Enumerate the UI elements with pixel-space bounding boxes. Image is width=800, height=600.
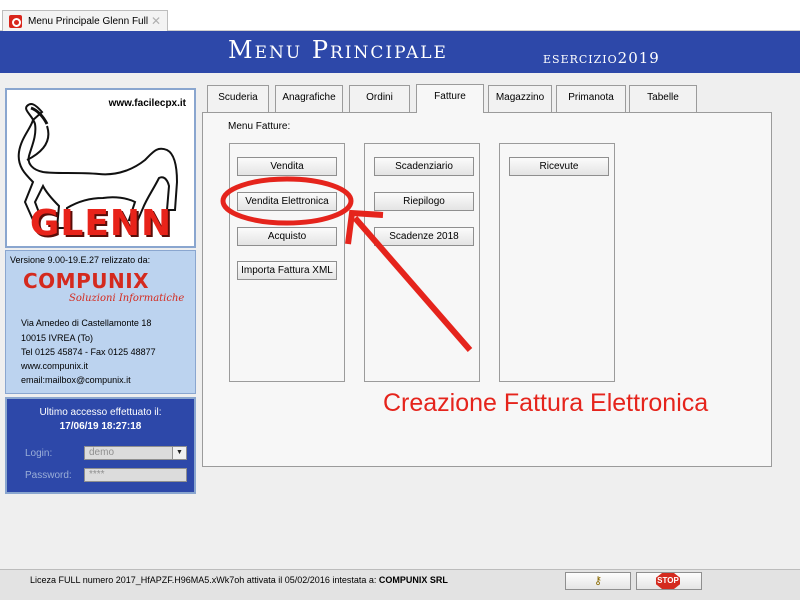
license-info: Liceza FULL numero 2017_HfAPZF.H96MA5.xW… bbox=[30, 575, 448, 585]
tab-primanota[interactable]: Primanota bbox=[556, 85, 626, 112]
last-access-date: 17/06/19 18:27:18 bbox=[59, 421, 142, 432]
city-line: 10015 IVREA (To) bbox=[21, 333, 94, 343]
tab-tabelle[interactable]: Tabelle bbox=[629, 85, 697, 112]
riepilogo-button[interactable]: Riepilogo bbox=[374, 192, 474, 211]
login-value: demo bbox=[89, 447, 115, 458]
logo-panel: www.facilecpx.it GLENN bbox=[5, 88, 196, 248]
close-icon[interactable]: ✕ bbox=[151, 14, 161, 28]
stop-button[interactable]: STOP bbox=[636, 572, 702, 590]
vendita-elettronica-button[interactable]: Vendita Elettronica bbox=[237, 192, 337, 211]
scadenziario-button[interactable]: Scadenziario bbox=[374, 157, 474, 176]
last-access-label: Ultimo accesso effettuato il: bbox=[39, 407, 162, 418]
status-bar: Liceza FULL numero 2017_HfAPZF.H96MA5.xW… bbox=[0, 569, 800, 600]
acquisto-button[interactable]: Acquisto bbox=[237, 227, 337, 246]
brand-wordmark: GLENN bbox=[29, 203, 173, 244]
key-button[interactable]: ⚷ bbox=[565, 572, 631, 590]
password-label: Password: bbox=[25, 470, 72, 481]
browser-tab-title: Menu Principale Glenn Full bbox=[28, 15, 149, 27]
tab-magazzino[interactable]: Magazzino bbox=[488, 85, 552, 112]
version-text: Versione 9.00-19.E.27 relizzato da: bbox=[10, 255, 151, 265]
button-group-receipts bbox=[499, 143, 615, 382]
key-icon: ⚷ bbox=[593, 575, 603, 587]
company-info-panel: Versione 9.00-19.E.27 relizzato da: COMP… bbox=[5, 250, 196, 394]
tab-scuderia[interactable]: Scuderia bbox=[207, 85, 269, 112]
stop-sign-icon: STOP bbox=[656, 573, 680, 589]
browser-tab[interactable]: Menu Principale Glenn Full ✕ bbox=[2, 10, 168, 31]
company-name: COMPUNIX bbox=[23, 269, 150, 293]
header-banner: Menu Principale esercizio2019 bbox=[0, 31, 800, 73]
address-line: Via Amedeo di Castellamonte 18 bbox=[21, 318, 152, 328]
vendita-button[interactable]: Vendita bbox=[237, 157, 337, 176]
tab-fatture[interactable]: Fatture bbox=[416, 84, 484, 113]
tab-anagrafiche[interactable]: Anagrafiche bbox=[275, 85, 343, 112]
website-url: www.facilecpx.it bbox=[108, 98, 186, 109]
company-tagline: Soluzioni Informatiche bbox=[69, 293, 185, 304]
phone-line: Tel 0125 45874 - Fax 0125 48877 bbox=[21, 347, 156, 357]
password-field[interactable]: **** bbox=[84, 468, 187, 482]
section-label: Menu Fatture: bbox=[228, 121, 291, 132]
fiscal-year-label: esercizio2019 bbox=[543, 49, 660, 67]
login-panel: Ultimo accesso effettuato il: 17/06/19 1… bbox=[5, 397, 196, 494]
ricevute-button[interactable]: Ricevute bbox=[509, 157, 609, 176]
login-select[interactable]: demo ▼ bbox=[84, 446, 187, 460]
importa-xml-button[interactable]: Importa Fattura XML bbox=[237, 261, 337, 280]
email-line: email:mailbox@compunix.it bbox=[21, 375, 131, 385]
annotation-text: Creazione Fattura Elettronica bbox=[383, 389, 709, 417]
app-favicon-icon bbox=[9, 14, 22, 28]
tab-ordini[interactable]: Ordini bbox=[349, 85, 410, 112]
button-group-reports bbox=[364, 143, 480, 382]
license-owner: COMPUNIX SRL bbox=[378, 575, 448, 585]
chevron-down-icon[interactable]: ▼ bbox=[172, 447, 186, 459]
scadenze-button[interactable]: Scadenze 2018 bbox=[374, 227, 474, 246]
license-text: Liceza FULL numero 2017_HfAPZF.H96MA5.xW… bbox=[30, 575, 377, 585]
web-line: www.compunix.it bbox=[21, 361, 89, 371]
login-label: Login: bbox=[25, 448, 53, 459]
browser-tabstrip: Menu Principale Glenn Full ✕ bbox=[0, 0, 800, 31]
